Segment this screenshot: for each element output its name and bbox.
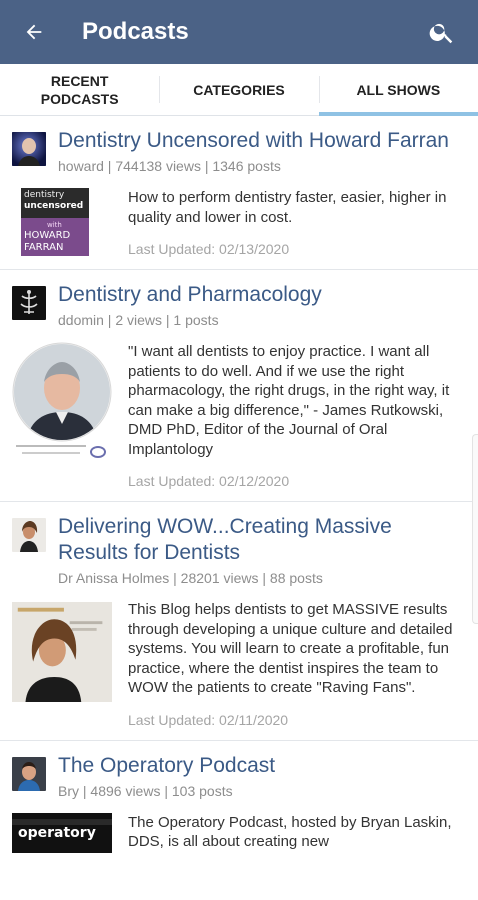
tab-bar: RECENT PODCASTS Categories All Shows bbox=[0, 64, 478, 116]
show-meta: Bry | 4896 views | 103 posts bbox=[58, 782, 233, 799]
show-artwork: operatory bbox=[12, 812, 112, 853]
show-title[interactable]: The Operatory Podcast bbox=[58, 753, 466, 779]
show-description: This Blog helps dentists to get MASSIVE … bbox=[128, 601, 453, 696]
tab-recent-podcasts[interactable]: RECENT PODCASTS bbox=[0, 64, 159, 115]
show-meta: ddomin | 2 views | 1 posts bbox=[58, 312, 219, 328]
app-bar: Podcasts bbox=[0, 0, 478, 64]
show-meta: howard | 744138 views | 1346 posts bbox=[58, 158, 281, 174]
scroll-indicator bbox=[472, 434, 478, 624]
list-item[interactable]: Dentistry and Pharmacology ddomin | 2 vi… bbox=[0, 270, 478, 502]
tab-all-shows[interactable]: All Shows bbox=[318, 64, 478, 116]
show-avatar bbox=[12, 756, 46, 791]
list-item[interactable]: Dentistry Uncensored with Howard Farran … bbox=[0, 116, 478, 270]
show-description: The Operatory Podcast, hosted by Bryan L… bbox=[128, 813, 452, 851]
show-avatar bbox=[12, 286, 46, 320]
back-arrow-icon[interactable] bbox=[18, 16, 50, 48]
show-artwork bbox=[12, 600, 112, 728]
list-item[interactable]: The Operatory Podcast Bry | 4896 views |… bbox=[0, 741, 478, 865]
show-title[interactable]: Delivering WOW...Creating Massive Result… bbox=[58, 514, 466, 566]
show-meta: Dr Anissa Holmes | 28201 views | 88 post… bbox=[58, 570, 323, 586]
show-description: How to perform dentistry faster, easier,… bbox=[128, 189, 447, 226]
tab-categories[interactable]: Categories bbox=[159, 64, 318, 115]
list-item[interactable]: Delivering WOW...Creating Massive Result… bbox=[0, 502, 478, 741]
last-updated: Last Updated: 02/13/2020 bbox=[128, 241, 290, 257]
shows-list: Dentistry Uncensored with Howard Farran … bbox=[0, 116, 478, 865]
show-title[interactable]: Dentistry and Pharmacology bbox=[58, 282, 466, 308]
tab-recent-podcasts-line2: PODCASTS bbox=[40, 90, 119, 107]
show-avatar bbox=[12, 132, 46, 166]
tab-recent-podcasts-line1: RECENT bbox=[50, 72, 109, 89]
last-updated: Last Updated: 02/12/2020 bbox=[128, 473, 290, 489]
show-avatar bbox=[12, 518, 46, 552]
page-title: Podcasts bbox=[82, 18, 189, 45]
last-updated: Last Updated: 02/11/2020 bbox=[128, 711, 289, 728]
show-title[interactable]: Dentistry Uncensored with Howard Farran bbox=[58, 128, 466, 154]
show-description: "I want all dentists to enjoy practice. … bbox=[128, 343, 450, 458]
show-artwork bbox=[12, 342, 112, 489]
show-artwork: dentistry uncensored with HOWARD FARRAN bbox=[12, 188, 112, 257]
search-icon[interactable] bbox=[424, 14, 460, 50]
